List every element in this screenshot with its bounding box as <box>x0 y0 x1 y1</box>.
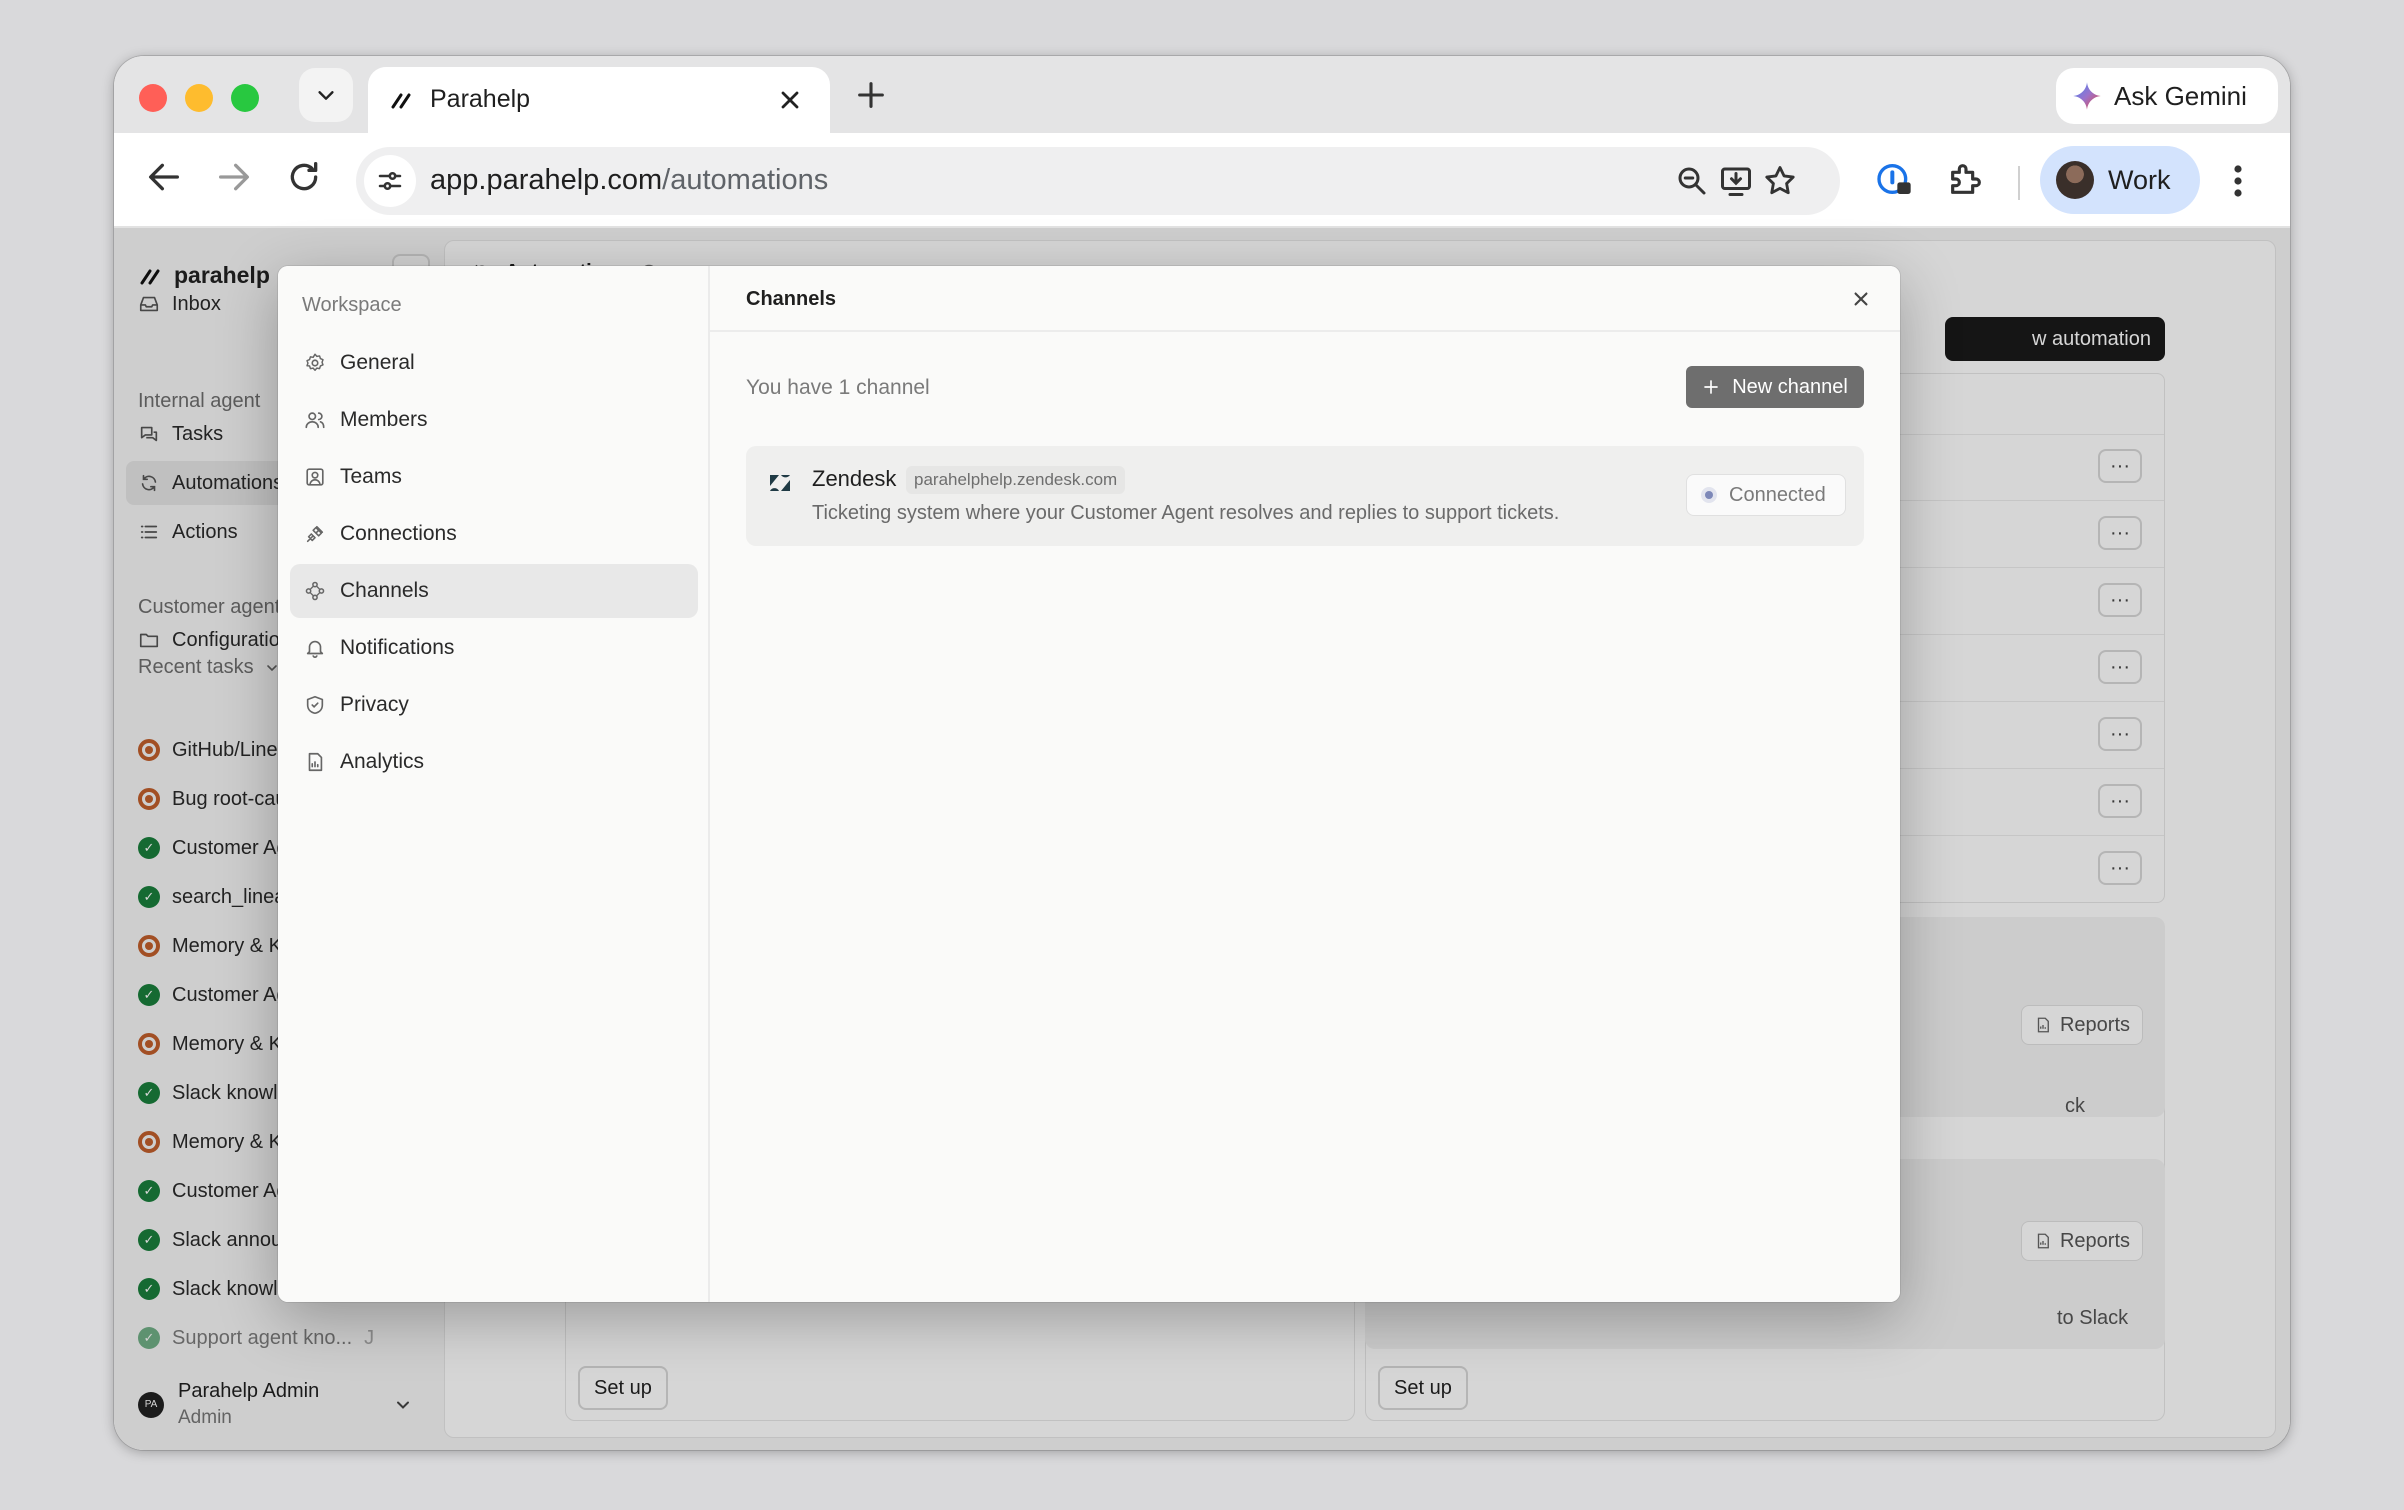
settings-item-general[interactable]: General <box>290 336 698 390</box>
settings-item-label: Connections <box>340 522 457 545</box>
url-path: /automations <box>662 164 829 196</box>
plus-icon <box>1704 380 1719 394</box>
more-menu-icon[interactable] <box>2232 163 2244 199</box>
status-label: Connected <box>1729 483 1826 506</box>
report-icon <box>308 752 323 772</box>
new-tab-icon[interactable] <box>854 78 888 112</box>
reload-icon[interactable] <box>284 157 324 197</box>
close-tab-icon[interactable] <box>776 86 804 114</box>
back-arrow-icon[interactable] <box>144 157 184 197</box>
profile-button[interactable]: Work <box>2040 146 2200 214</box>
browser-tab[interactable]: Parahelp <box>368 67 830 133</box>
settings-item-channels[interactable]: Channels <box>290 564 698 618</box>
settings-item-connections[interactable]: Connections <box>290 507 698 561</box>
site-info-button[interactable] <box>364 155 416 207</box>
channels-icon <box>305 581 325 601</box>
settings-item-label: Channels <box>340 579 429 602</box>
channel-domain: parahelphelp.zendesk.com <box>906 466 1126 494</box>
avatar <box>2056 161 2094 199</box>
tab-search-button[interactable] <box>299 68 353 122</box>
status-badge[interactable]: Connected <box>1686 474 1846 516</box>
settings-nav: Workspace General Members Teams Connecti… <box>278 266 710 1302</box>
settings-item-notifications[interactable]: Notifications <box>290 621 698 675</box>
new-channel-button[interactable]: New channel <box>1686 366 1864 408</box>
settings-item-analytics[interactable]: Analytics <box>290 735 698 789</box>
zoom-icon[interactable] <box>1674 163 1710 199</box>
channel-count: You have 1 channel <box>746 376 930 399</box>
ask-gemini-label: Ask Gemini <box>2114 80 2247 111</box>
url-text[interactable]: app.parahelp.com/automations <box>430 164 828 197</box>
channels-panel: Channels You have 1 channel New channel … <box>710 266 1900 1302</box>
plug-icon <box>306 525 324 543</box>
settings-item-label: Notifications <box>340 636 455 659</box>
settings-item-members[interactable]: Members <box>290 393 698 447</box>
channel-description: Ticketing system where your Customer Age… <box>812 502 1560 524</box>
toolbar-divider <box>2018 166 2020 200</box>
close-window-button[interactable] <box>139 84 167 112</box>
new-channel-label: New channel <box>1732 375 1848 398</box>
minimize-window-button[interactable] <box>185 84 213 112</box>
browser-toolbar: app.parahelp.com/automations Work <box>114 133 2290 228</box>
maximize-window-button[interactable] <box>231 84 259 112</box>
settings-item-teams[interactable]: Teams <box>290 450 698 504</box>
zendesk-logo-icon <box>770 475 790 491</box>
address-bar[interactable]: app.parahelp.com/automations <box>356 147 1840 215</box>
settings-item-label: Teams <box>340 465 402 488</box>
team-icon <box>306 468 324 486</box>
forward-arrow-icon[interactable] <box>214 157 254 197</box>
users-icon <box>305 412 325 429</box>
settings-nav-heading: Workspace <box>302 294 402 316</box>
extensions-icon[interactable] <box>1946 159 1986 199</box>
gemini-icon <box>2073 82 2101 110</box>
close-icon[interactable] <box>1848 286 1874 312</box>
profile-label: Work <box>2108 164 2171 195</box>
channel-name: Zendesk <box>812 466 897 491</box>
settings-item-label: Members <box>340 408 428 431</box>
tune-icon <box>378 172 402 191</box>
password-manager-icon[interactable] <box>1874 159 1914 199</box>
shield-icon <box>306 695 324 715</box>
connected-dot-icon <box>1701 487 1717 503</box>
settings-item-privacy[interactable]: Privacy <box>290 678 698 732</box>
tab-title: Parahelp <box>430 85 531 113</box>
settings-item-label: Analytics <box>340 750 425 773</box>
tab-strip: Parahelp Ask Gemini <box>114 56 2290 133</box>
parahelp-favicon-icon <box>391 93 411 109</box>
channel-card[interactable]: Zendesk parahelphelp.zendesk.com Ticketi… <box>746 446 1864 546</box>
chevron-down-icon <box>318 91 334 100</box>
settings-modal: Workspace General Members Teams Connecti… <box>278 266 1900 1302</box>
gear-icon <box>306 353 324 371</box>
install-app-icon[interactable] <box>1718 163 1754 199</box>
panel-title: Channels <box>746 288 837 310</box>
url-host: app.parahelp.com <box>430 164 663 196</box>
settings-item-label: Privacy <box>340 693 409 716</box>
panel-header: Channels <box>710 266 1900 332</box>
bell-icon <box>306 640 324 658</box>
settings-item-label: General <box>340 351 415 374</box>
ask-gemini-button[interactable]: Ask Gemini <box>2056 68 2278 124</box>
bookmark-star-icon[interactable] <box>1762 163 1798 199</box>
